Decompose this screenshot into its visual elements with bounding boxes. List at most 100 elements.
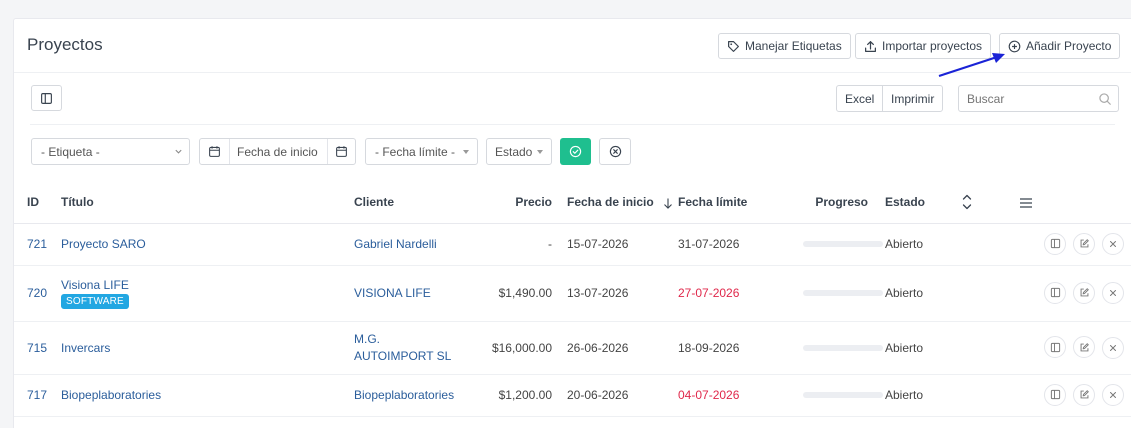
col-header-price[interactable]: Precio [479, 182, 567, 224]
print-label: Imprimir [891, 91, 935, 106]
start-date-calendar-button[interactable] [200, 139, 230, 164]
progress-bar [803, 290, 883, 296]
client-link[interactable]: Gabriel Nardelli [354, 237, 437, 251]
edit-project-button[interactable] [1073, 281, 1095, 304]
tag-icon [728, 40, 739, 52]
project-id-link[interactable]: 715 [27, 341, 47, 355]
delete-project-button[interactable] [1102, 384, 1124, 407]
table-row: 721 Proyecto SARO Gabriel Nardelli -15-07-2… [14, 223, 1131, 266]
start-date-cell: 20-06-2026 [567, 374, 678, 417]
start-date-calendar-end-button[interactable] [327, 139, 355, 164]
start-date-cell: 15-07-2026 [567, 223, 678, 266]
client-link-line2[interactable]: AUTOIMPORT SL [354, 349, 451, 363]
col-header-client[interactable]: Cliente [354, 182, 479, 224]
print-button[interactable]: Imprimir [882, 85, 944, 112]
import-projects-label: Importar proyectos [882, 39, 983, 53]
price-cell: $1,490.00 [479, 265, 567, 322]
client-link[interactable]: M.G. [354, 332, 380, 346]
page-title: Proyectos [27, 35, 103, 54]
table-row: 717 Biopeplaboratories Biopeplaboratories $… [14, 374, 1131, 417]
deadline-cell: 18-09-2026 [678, 321, 787, 375]
edit-project-button[interactable] [1073, 383, 1095, 406]
delete-project-button[interactable] [1102, 233, 1124, 256]
price-cell: $1,200.00 [479, 374, 567, 417]
deadline-cell: 27-07-2026 [678, 265, 787, 322]
start-date-filter[interactable]: Fecha de inicio [199, 138, 356, 165]
sort-toggle-icon [962, 195, 972, 210]
deadline-cell: 04-07-2026 [678, 374, 787, 417]
col-header-deadline[interactable]: Fecha límite [678, 182, 787, 224]
col-header-sort[interactable] [962, 182, 1016, 224]
deadline-cell: 31-07-2026 [678, 223, 787, 266]
close-icon [1110, 290, 1116, 297]
sort-down-arrow-icon [664, 197, 672, 209]
deadline-filter[interactable]: - Fecha límite - [365, 138, 478, 165]
project-id-link[interactable]: 717 [27, 388, 47, 402]
search-box[interactable] [958, 85, 1119, 112]
project-id-link[interactable]: 721 [27, 237, 47, 251]
columns-icon [1050, 390, 1060, 400]
view-details-button[interactable] [1044, 336, 1066, 359]
close-icon [1110, 241, 1116, 248]
client-link[interactable]: Biopeplaboratories [354, 388, 454, 402]
excel-label: Excel [845, 91, 875, 106]
col-header-title[interactable]: Título [61, 182, 354, 224]
project-label-badge: SOFTWARE [61, 293, 129, 309]
deadline-filter-label: - Fecha límite - [375, 144, 456, 159]
status-cell: Abierto [884, 374, 964, 417]
label-select[interactable]: - Etiqueta - [31, 138, 190, 165]
project-title-link[interactable]: Invercars [61, 341, 110, 355]
apply-filters-button[interactable] [560, 138, 591, 165]
table-header-row: ID Título Cliente Precio Fecha de inicio… [14, 182, 1131, 224]
client-link[interactable]: VISIONA LIFE [354, 286, 431, 300]
columns-icon [1050, 342, 1060, 352]
caret-down-icon [537, 149, 543, 154]
progress-bar [803, 344, 883, 351]
col-header-start-date[interactable]: Fecha de inicio [567, 182, 678, 224]
delete-project-button[interactable] [1102, 282, 1124, 305]
excel-button[interactable]: Excel [836, 85, 884, 112]
status-cell: Abierto [884, 265, 964, 322]
upload-icon [865, 40, 876, 52]
edit-project-button[interactable] [1073, 232, 1095, 255]
projects-table: ID Título Cliente Precio Fecha de inicio… [14, 182, 1131, 417]
status-cell: Abierto [884, 223, 964, 266]
toggle-columns-button[interactable] [31, 85, 62, 111]
price-cell: - [479, 223, 567, 266]
close-icon [1110, 344, 1116, 351]
view-details-button[interactable] [1044, 281, 1066, 304]
start-date-cell: 13-07-2026 [567, 265, 678, 322]
columns-icon [1050, 239, 1060, 249]
plus-circle-icon [1008, 40, 1021, 52]
col-header-menu[interactable] [1016, 182, 1131, 224]
caret-down-icon [463, 149, 469, 154]
project-title-link[interactable]: Proyecto SARO [61, 237, 146, 251]
close-icon [1110, 392, 1116, 399]
chevron-down-icon [175, 149, 182, 154]
columns-icon [41, 92, 52, 104]
manage-labels-button[interactable]: Manejar Etiquetas [718, 33, 851, 59]
col-header-progress[interactable]: Progreso [787, 182, 884, 224]
project-id-link[interactable]: 720 [27, 286, 47, 300]
project-title-link[interactable]: Biopeplaboratories [61, 388, 161, 402]
col-header-status[interactable]: Estado [884, 182, 964, 224]
label-select-value: - Etiqueta - [41, 144, 100, 159]
status-cell: Abierto [884, 321, 964, 375]
table-row: 715 Invercars M.G. AUTOIMPORT SL $16,000.00 2… [14, 321, 1131, 375]
delete-project-button[interactable] [1102, 336, 1124, 359]
status-filter[interactable]: Estado [486, 138, 552, 165]
edit-icon [1080, 239, 1089, 248]
view-details-button[interactable] [1044, 232, 1066, 255]
add-project-button[interactable]: Añadir Proyecto [999, 33, 1121, 59]
search-input[interactable] [967, 91, 1097, 106]
view-details-button[interactable] [1044, 383, 1066, 406]
col-header-id[interactable]: ID [14, 182, 61, 224]
col-header-start-date-label: Fecha de inicio [567, 195, 654, 210]
project-title-link[interactable]: Visiona LIFE [61, 278, 129, 292]
search-icon[interactable] [1098, 92, 1112, 106]
edit-project-button[interactable] [1073, 336, 1095, 359]
columns-icon [1050, 288, 1060, 298]
price-cell: $16,000.00 [479, 321, 567, 375]
menu-icon [1020, 198, 1032, 208]
clear-filters-button[interactable] [599, 138, 631, 165]
